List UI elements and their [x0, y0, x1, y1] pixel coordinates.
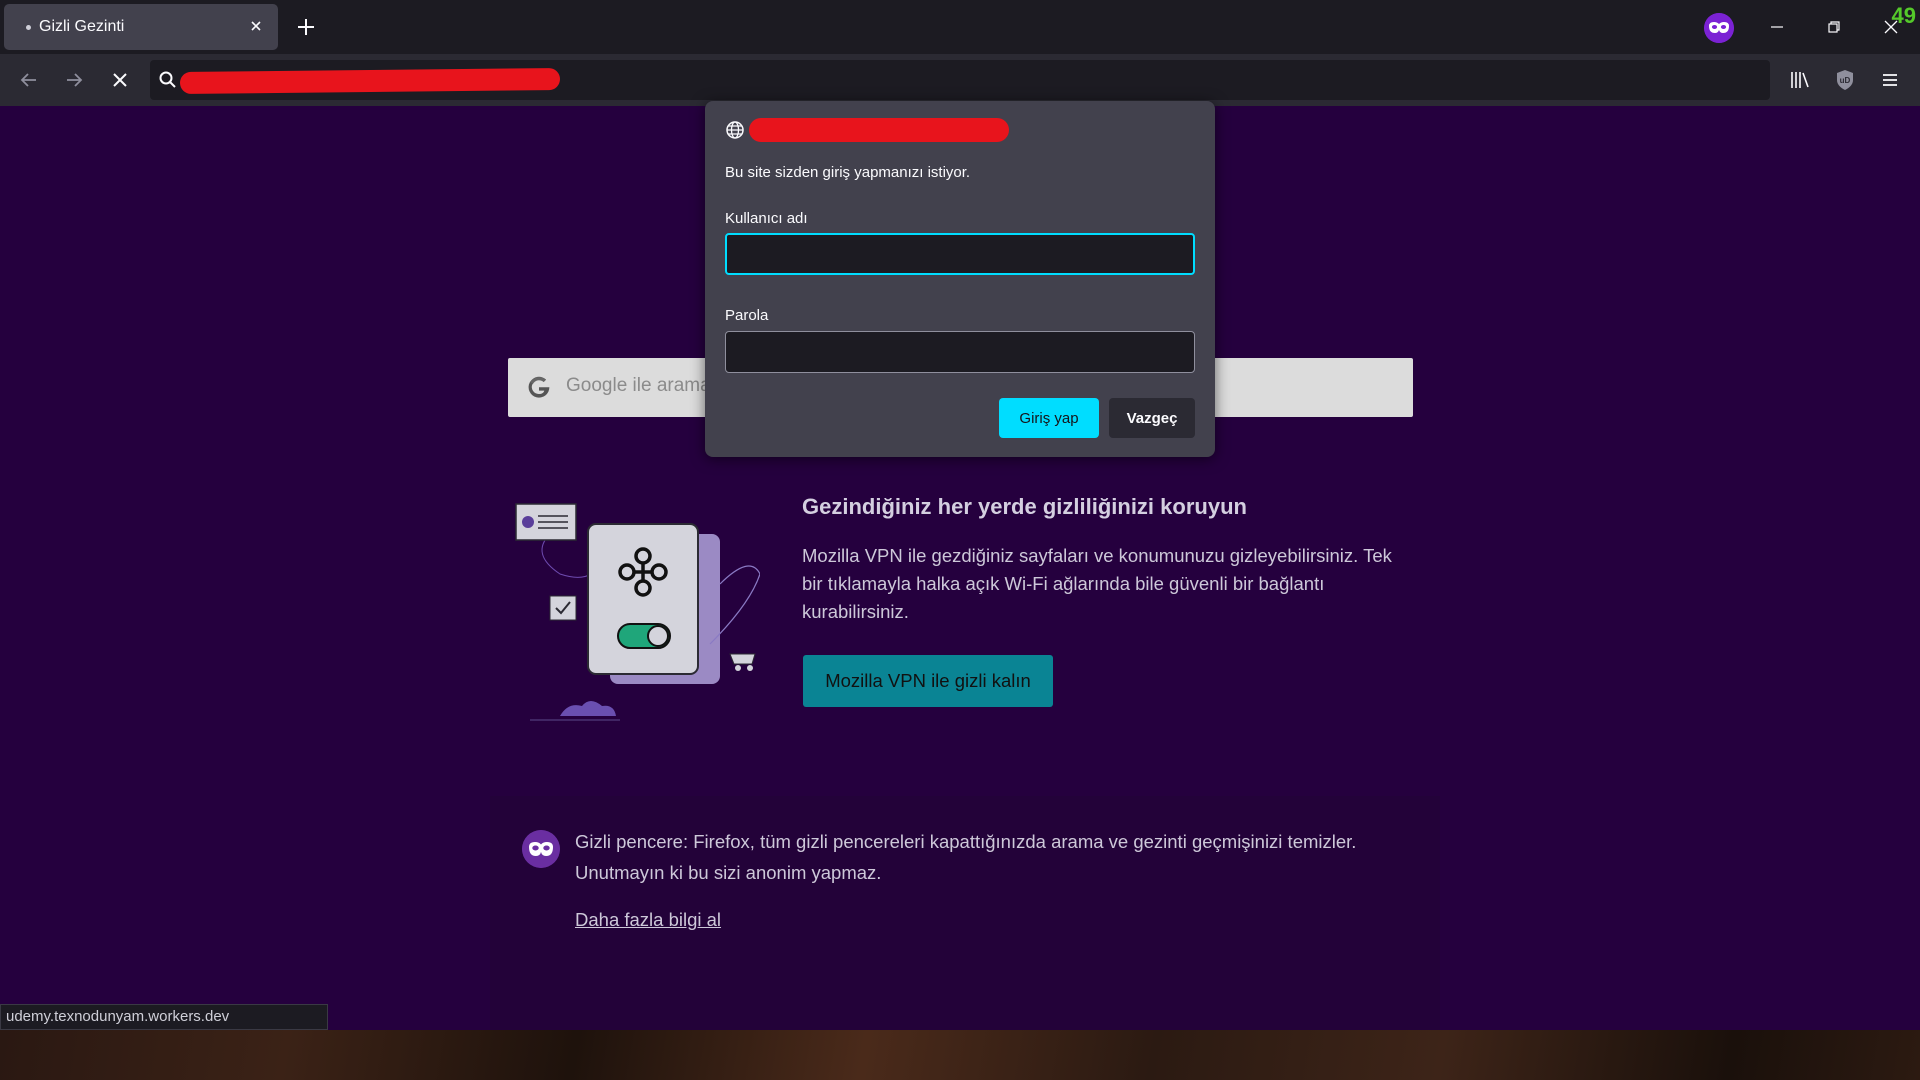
tab-loading-dot [26, 24, 31, 30]
plus-icon[interactable] [293, 14, 319, 40]
password-label: Parola [725, 307, 769, 324]
svg-text:uD: uD [1840, 76, 1851, 85]
navigation-toolbar: uD [0, 54, 1920, 106]
minimize-icon[interactable] [1764, 14, 1790, 40]
login-button[interactable]: Giriş yap [999, 398, 1099, 438]
back-icon[interactable] [16, 67, 42, 93]
close-icon[interactable] [246, 16, 266, 36]
tab-title: Gizli Gezinti [39, 18, 125, 35]
password-field[interactable] [725, 331, 1195, 373]
address-bar[interactable] [150, 60, 1770, 102]
cancel-button[interactable]: Vazgeç [1109, 398, 1195, 438]
auth-dialog: Bu site sizden giriş yapmanızı istiyor. … [705, 101, 1215, 457]
vpn-promo-text: Mozilla VPN ile gezdiğiniz sayfaları ve … [802, 545, 1392, 622]
menu-icon[interactable] [1877, 67, 1903, 93]
stop-icon[interactable] [107, 67, 133, 93]
url-input[interactable] [190, 60, 1754, 102]
search-icon [159, 71, 176, 88]
library-icon[interactable] [1787, 67, 1813, 93]
google-icon [528, 376, 550, 398]
search-placeholder: Google ile arama [566, 375, 711, 396]
username-label: Kullanıcı adı [725, 210, 808, 227]
username-field[interactable] [725, 233, 1195, 275]
globe-icon [726, 121, 744, 139]
redacted-host [749, 118, 1009, 142]
private-mask-icon [522, 830, 560, 868]
private-mask-icon [1704, 13, 1734, 43]
tab-private-browsing[interactable]: Gizli Gezinti [4, 4, 278, 50]
vpn-promo-title: Gezindiğiniz her yerde gizliliğinizi kor… [802, 494, 1247, 519]
vpn-illustration [515, 503, 760, 721]
auth-message: Bu site sizden giriş yapmanızı istiyor. [725, 164, 971, 181]
forward-icon[interactable] [61, 67, 87, 93]
tab-strip: Gizli Gezinti 49 [0, 0, 1920, 54]
restore-icon[interactable] [1821, 14, 1847, 40]
counter-overlay: 49 [1891, 3, 1916, 28]
private-notice-text: Gizli pencere: Firefox, tüm gizli pencer… [575, 831, 1357, 883]
desktop-background-strip [0, 1030, 1920, 1080]
status-bar-url: udemy.texnodunyam.workers.dev [0, 1004, 328, 1030]
vpn-promo-button[interactable]: Mozilla VPN ile gizli kalın [803, 655, 1053, 707]
learn-more-link[interactable]: Daha fazla bilgi al [575, 909, 721, 931]
ublock-icon[interactable]: uD [1832, 67, 1858, 93]
